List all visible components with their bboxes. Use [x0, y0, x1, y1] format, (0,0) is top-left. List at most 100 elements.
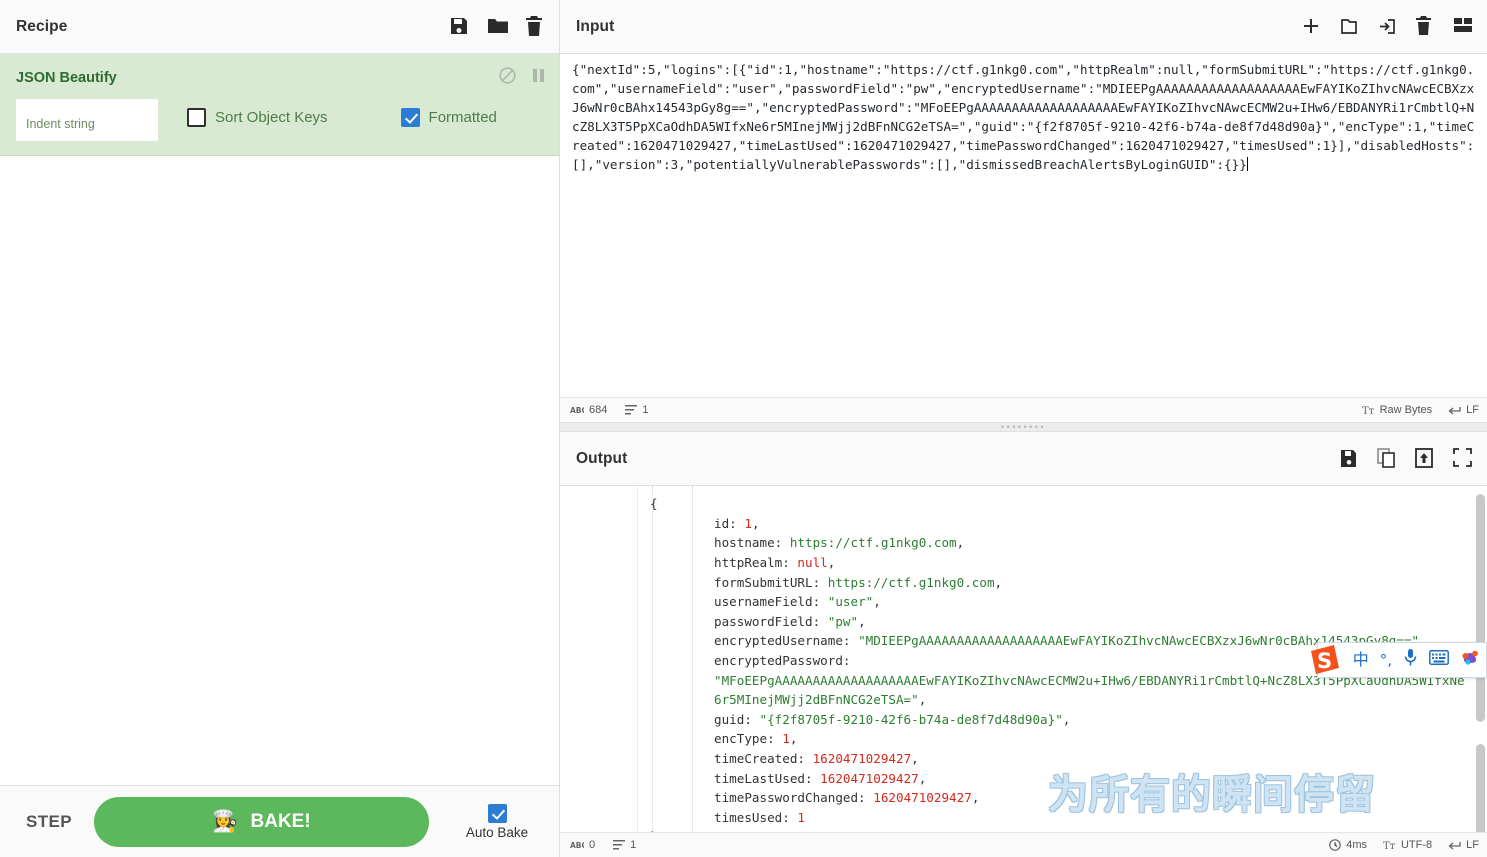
output-pane-title: Output	[576, 449, 628, 467]
indent-string-input[interactable]	[16, 99, 158, 141]
operation-header: JSON Beautify	[0, 54, 559, 95]
output-token: ,	[827, 554, 836, 570]
copy-output-icon[interactable]	[1377, 448, 1397, 469]
output-line: timeLastUsed: 1620471029427,	[638, 769, 1465, 789]
auto-bake-control[interactable]: Auto Bake	[455, 803, 539, 840]
svg-text:ABC: ABC	[570, 841, 584, 850]
input-character-encoding[interactable]: Tт Raw Bytes	[1362, 404, 1433, 416]
output-title-icons	[1339, 448, 1473, 469]
output-token: usernameField:	[714, 594, 828, 610]
add-input-tab-icon[interactable]	[1301, 16, 1321, 37]
output-line: passwordField: "pw",	[638, 612, 1465, 632]
svg-text:Tт: Tт	[1383, 841, 1396, 851]
output-token: passwordField:	[714, 613, 828, 629]
input-pane-title: Input	[576, 17, 615, 35]
input-text-content[interactable]: {"nextId":5,"logins":[{"id":1,"hostname"…	[572, 60, 1477, 174]
svg-text:S: S	[1317, 649, 1332, 673]
disable-operation-icon[interactable]	[499, 67, 516, 89]
save-recipe-icon[interactable]	[449, 16, 469, 37]
maximise-output-icon[interactable]	[1453, 448, 1473, 469]
clear-input-icon[interactable]	[1415, 16, 1435, 37]
output-gutter	[560, 486, 638, 832]
output-token: timeCreated:	[714, 750, 813, 766]
input-line-ending[interactable]: LF	[1448, 404, 1479, 416]
recipe-title-icons	[449, 16, 545, 37]
output-encoding-value: UTF-8	[1400, 839, 1433, 851]
output-token: ,	[789, 731, 798, 747]
ime-punctuation-icon[interactable]: °,	[1380, 652, 1392, 668]
output-token: "pw"	[827, 613, 859, 629]
output-line: httpRealm: null,	[638, 553, 1465, 573]
io-splitter[interactable]: ••••••••	[560, 422, 1487, 433]
bake-controls-bar: STEP 👩‍🍳 BAKE! Auto Bake	[0, 785, 559, 857]
sort-object-keys-arg[interactable]: Sort Object Keys	[187, 108, 328, 127]
output-token: ,	[858, 613, 866, 629]
save-output-icon[interactable]	[1339, 448, 1359, 469]
output-token: 1620471029427	[873, 790, 972, 806]
output-token: id:	[714, 515, 745, 531]
output-status-bar: ABC 0 1 4ms Tт UTF-8	[560, 832, 1487, 857]
ime-toolbox-icon[interactable]	[1460, 649, 1480, 672]
output-line: usernameField: "user",	[638, 592, 1465, 612]
clear-recipe-icon[interactable]	[525, 16, 545, 37]
bake-button-label: BAKE!	[250, 810, 311, 832]
output-line: id: 1,	[638, 514, 1465, 534]
ime-toolbar[interactable]: S 中 °,	[1310, 642, 1487, 678]
bake-button[interactable]: 👩‍🍳 BAKE!	[94, 796, 429, 847]
ime-soft-keyboard-icon[interactable]	[1429, 650, 1449, 670]
replace-input-with-output-icon[interactable]	[1415, 448, 1435, 469]
chef-icon: 👩‍🍳	[212, 810, 239, 833]
output-token: timePasswordChanged:	[714, 790, 874, 806]
recipe-operation-json-beautify[interactable]: JSON Beautify Sort Object Keys	[0, 54, 559, 156]
output-token: ,	[873, 594, 881, 610]
output-token: ,	[971, 790, 980, 806]
formatted-checkbox[interactable]	[400, 108, 420, 127]
output-token: httpRealm:	[714, 554, 798, 570]
ime-logo-icon[interactable]: S	[1308, 643, 1342, 677]
output-token: hostname:	[714, 535, 790, 551]
svg-text:Tт: Tт	[1362, 406, 1375, 416]
reset-pane-layout-icon[interactable]	[1453, 16, 1473, 37]
input-pane: Input {"nextId":5,"logins":[{"id":1,"hos…	[560, 0, 1487, 423]
recipe-title-bar: Recipe	[0, 0, 559, 54]
pause-breakpoint-icon[interactable]	[532, 68, 545, 88]
load-recipe-icon[interactable]	[487, 16, 508, 37]
input-lines-status: 1	[625, 404, 648, 416]
output-line: }	[638, 827, 1465, 832]
output-token: ,	[918, 770, 927, 786]
output-token: 1	[797, 809, 805, 825]
input-title-icons	[1301, 16, 1473, 37]
output-character-encoding[interactable]: Tт UTF-8	[1383, 839, 1432, 851]
ime-voice-input-icon[interactable]	[1403, 648, 1418, 672]
input-editor-area[interactable]: {"nextId":5,"logins":[{"id":1,"hostname"…	[560, 54, 1487, 398]
output-line: hostname: https://ctf.g1nkg0.com,	[638, 533, 1465, 553]
output-token: guid:	[714, 711, 760, 727]
output-token: ,	[994, 574, 1003, 590]
operation-title: JSON Beautify	[16, 70, 117, 86]
output-title-bar: Output	[560, 432, 1487, 487]
bake-duration-value: 4ms	[1346, 839, 1367, 851]
io-column: Input {"nextId":5,"logins":[{"id":1,"hos…	[560, 0, 1487, 857]
output-token: 1620471029427	[812, 750, 912, 766]
output-length-status: ABC 0	[570, 839, 595, 851]
bake-duration-status: 4ms	[1329, 839, 1367, 851]
output-token: ,	[911, 750, 919, 766]
sort-object-keys-checkbox[interactable]	[187, 108, 206, 127]
output-token: ,	[918, 692, 927, 708]
formatted-arg[interactable]: Formatted	[400, 108, 497, 127]
auto-bake-checkbox[interactable]	[487, 803, 507, 823]
output-status-right: 4ms Tт UTF-8 LF	[1329, 839, 1479, 851]
output-line: ▾{	[638, 494, 1465, 514]
ime-chinese-mode-icon[interactable]: 中	[1353, 652, 1369, 668]
input-lines-value: 1	[642, 404, 649, 417]
recipe-operations-list[interactable]: JSON Beautify Sort Object Keys	[0, 54, 559, 785]
output-scrollbar-thumb-lower[interactable]	[1476, 744, 1485, 832]
open-folder-as-input-icon[interactable]	[1339, 16, 1359, 37]
output-scrollbar-thumb[interactable]	[1476, 494, 1485, 723]
output-line: timeCreated: 1620471029427,	[638, 749, 1465, 769]
output-line-ending[interactable]: LF	[1448, 839, 1479, 851]
open-file-as-input-icon[interactable]	[1377, 16, 1397, 37]
input-length-status: ABC 684	[570, 404, 607, 416]
cyberchef-app: Recipe JSON Beautify Indent string Sort …	[0, 0, 1487, 857]
step-button[interactable]: STEP	[26, 812, 72, 832]
